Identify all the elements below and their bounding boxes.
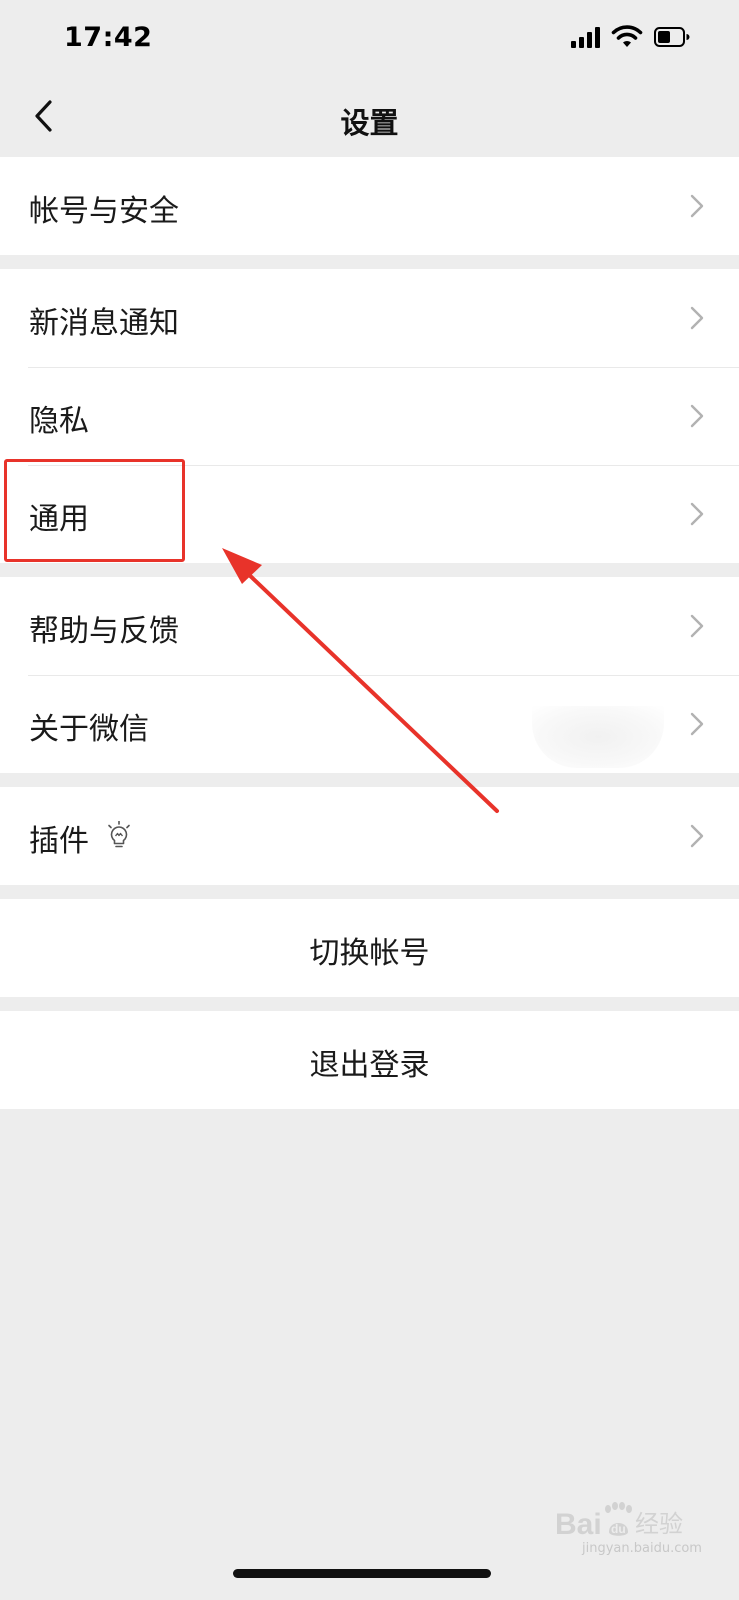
baidu-watermark-logo: Bai du 经验 — [555, 1502, 683, 1541]
chevron-right-icon — [690, 502, 704, 526]
home-indicator[interactable] — [233, 1569, 491, 1578]
chevron-right-icon — [690, 404, 704, 428]
watermark-domain: jingyan.baidu.com — [582, 1541, 702, 1556]
settings-item-label: 关于微信 — [29, 712, 149, 747]
page-title: 设置 — [340, 106, 399, 140]
status-bar: 17:42 — [0, 0, 739, 80]
nav-bar: 设置 — [0, 80, 739, 158]
settings-item-plugins[interactable]: 插件 — [0, 787, 739, 885]
settings-item-label: 隐私 — [29, 404, 89, 439]
settings-item-help-feedback[interactable]: 帮助与反馈 — [0, 577, 739, 675]
settings-item-account-security[interactable]: 帐号与安全 — [0, 157, 739, 255]
settings-item-label: 帮助与反馈 — [29, 614, 179, 649]
svg-text:du: du — [611, 1522, 626, 1536]
chevron-right-icon — [690, 194, 704, 218]
signal-icon — [571, 27, 600, 48]
chevron-right-icon — [690, 306, 704, 330]
logout-button[interactable]: 退出登录 — [0, 1011, 739, 1109]
settings-item-privacy[interactable]: 隐私 — [0, 367, 739, 465]
svg-text:经验: 经验 — [635, 1510, 683, 1538]
annotation-highlight-box — [4, 459, 185, 562]
settings-group-plugins: 插件 — [0, 787, 739, 885]
screen-smudge — [532, 706, 664, 768]
svg-text:Bai: Bai — [555, 1508, 602, 1541]
chevron-right-icon — [690, 614, 704, 638]
chevron-right-icon — [690, 712, 704, 736]
switch-account-button[interactable]: 切换帐号 — [0, 899, 739, 997]
switch-account-label: 切换帐号 — [309, 936, 430, 971]
logout-group: 退出登录 — [0, 1011, 739, 1109]
settings-group-account: 帐号与安全 — [0, 157, 739, 255]
settings-item-notifications[interactable]: 新消息通知 — [0, 269, 739, 367]
switch-account-group: 切换帐号 — [0, 899, 739, 997]
settings-item-label: 插件 — [29, 824, 89, 859]
logout-label: 退出登录 — [309, 1048, 430, 1083]
battery-icon — [654, 27, 690, 47]
lightbulb-icon — [108, 821, 130, 848]
settings-item-label: 帐号与安全 — [29, 194, 179, 229]
settings-item-label: 新消息通知 — [29, 306, 179, 341]
wifi-icon — [611, 25, 643, 47]
chevron-right-icon — [690, 824, 704, 848]
status-time: 17:42 — [64, 22, 153, 53]
